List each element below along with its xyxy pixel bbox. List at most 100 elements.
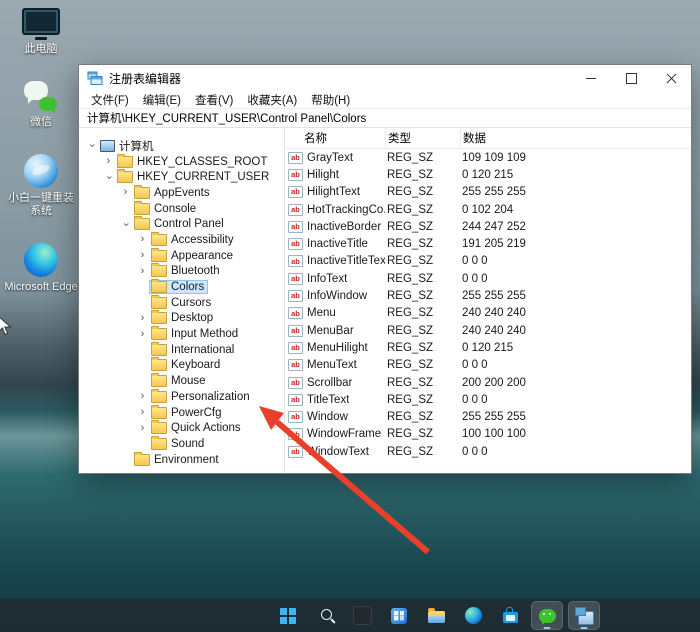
value-row-windowtext[interactable]: ab WindowText REG_SZ 0 0 0 <box>285 443 691 460</box>
tree-node[interactable]: PowerCfg <box>149 404 226 420</box>
tree-node[interactable]: Personalization <box>149 388 254 404</box>
tree-item-powercfg[interactable]: › PowerCfg <box>79 404 284 421</box>
menu-edit[interactable]: 编辑(E) <box>136 92 188 108</box>
tree-item-personalization[interactable]: › Personalization <box>79 388 284 405</box>
desktop-icon-wechat[interactable]: 微信 <box>2 80 80 130</box>
start-button[interactable] <box>272 601 304 630</box>
search-button[interactable] <box>309 601 341 630</box>
tree-item-appevents[interactable]: › AppEvents <box>79 184 284 201</box>
column-header-data[interactable]: 数据 <box>460 128 691 148</box>
desktop-icon-this-pc[interactable]: 此电脑 <box>2 8 80 57</box>
tree-item-keyboard[interactable]: Keyboard <box>79 357 284 374</box>
tree-node[interactable]: Environment <box>132 451 223 467</box>
tree-node[interactable]: International <box>149 341 238 357</box>
chevron-right-icon[interactable]: › <box>136 250 149 261</box>
value-row-infowindow[interactable]: ab InfoWindow REG_SZ 255 255 255 <box>285 287 691 304</box>
tree-node[interactable]: Mouse <box>149 373 210 388</box>
tree-item-appearance[interactable]: › Appearance <box>79 247 284 264</box>
menu-help[interactable]: 帮助(H) <box>304 92 357 108</box>
tree-node[interactable]: Desktop <box>149 310 217 325</box>
chevron-right-icon[interactable]: › <box>136 265 149 277</box>
value-row-hottrackingco-[interactable]: ab HotTrackingCo... REG_SZ 0 102 204 <box>285 201 691 218</box>
value-row-menubar[interactable]: ab MenuBar REG_SZ 240 240 240 <box>285 322 691 339</box>
tree-item-international[interactable]: International <box>79 341 284 358</box>
chevron-right-icon[interactable]: › <box>136 328 149 340</box>
tree-item-计算机[interactable]: › 计算机 <box>79 138 284 154</box>
tree-item-control-panel[interactable]: › Control Panel <box>79 216 284 232</box>
value-row-graytext[interactable]: ab GrayText REG_SZ 109 109 109 <box>285 149 691 166</box>
tree-node[interactable]: Accessibility <box>149 231 238 247</box>
tree-item-quick-actions[interactable]: › Quick Actions <box>79 420 284 436</box>
address-bar[interactable]: 计算机\HKEY_CURRENT_USER\Control Panel\Colo… <box>79 108 691 128</box>
value-row-hilighttext[interactable]: ab HilightText REG_SZ 255 255 255 <box>285 184 691 201</box>
chevron-right-icon[interactable]: › <box>136 234 149 245</box>
column-header-name[interactable]: 名称 <box>285 128 385 148</box>
tree-node[interactable]: Appearance <box>149 247 237 263</box>
tree-node[interactable]: Cursors <box>149 294 215 310</box>
maximize-button[interactable] <box>611 65 651 91</box>
tree-node[interactable]: Sound <box>149 435 208 451</box>
value-row-hilight[interactable]: ab Hilight REG_SZ 0 120 215 <box>285 166 691 183</box>
desktop-icon-edge[interactable]: Microsoft Edge <box>2 243 80 295</box>
tree-item-input-method[interactable]: › Input Method <box>79 326 284 342</box>
chevron-right-icon[interactable]: › <box>136 391 149 402</box>
menu-file[interactable]: 文件(F) <box>84 92 136 108</box>
tree-item-console[interactable]: Console <box>79 200 284 217</box>
chevron-right-icon[interactable]: › <box>136 312 149 324</box>
chevron-down-icon[interactable]: › <box>86 139 98 152</box>
tree-node[interactable]: HKEY_CURRENT_USER <box>115 169 273 184</box>
tree-item-desktop[interactable]: › Desktop <box>79 310 284 327</box>
chevron-right-icon[interactable]: › <box>102 156 115 167</box>
selected-tree-node[interactable]: Colors <box>149 279 209 295</box>
value-row-scrollbar[interactable]: ab Scrollbar REG_SZ 200 200 200 <box>285 374 691 391</box>
tree-node[interactable]: HKEY_CLASSES_ROOT <box>115 153 271 169</box>
tree-node[interactable]: Quick Actions <box>149 420 245 435</box>
chevron-right-icon[interactable]: › <box>119 187 132 198</box>
value-row-window[interactable]: ab Window REG_SZ 255 255 255 <box>285 408 691 425</box>
chevron-right-icon[interactable]: › <box>136 407 149 418</box>
value-row-titletext[interactable]: ab TitleText REG_SZ 0 0 0 <box>285 391 691 408</box>
value-row-menuhilight[interactable]: ab MenuHilight REG_SZ 0 120 215 <box>285 339 691 356</box>
value-row-infotext[interactable]: ab InfoText REG_SZ 0 0 0 <box>285 270 691 287</box>
tree-node[interactable]: Input Method <box>149 326 242 341</box>
edge-taskbar-button[interactable] <box>457 601 489 630</box>
chevron-down-icon[interactable]: › <box>120 218 132 231</box>
file-explorer-button[interactable] <box>420 601 452 630</box>
menu-view[interactable]: 查看(V) <box>188 92 240 108</box>
tree-item-sound[interactable]: Sound <box>79 435 284 452</box>
close-button[interactable] <box>651 65 691 91</box>
menu-favorites[interactable]: 收藏夹(A) <box>240 92 304 108</box>
tree-node[interactable]: Bluetooth <box>149 263 224 278</box>
value-row-menu[interactable]: ab Menu REG_SZ 240 240 240 <box>285 305 691 322</box>
tree-item-hkey_current_user[interactable]: › HKEY_CURRENT_USER <box>79 169 284 185</box>
window-titlebar[interactable]: 注册表编辑器 <box>79 65 691 91</box>
tree-item-accessibility[interactable]: › Accessibility <box>79 231 284 248</box>
regedit-taskbar-button[interactable] <box>568 601 600 630</box>
store-button[interactable] <box>494 601 526 630</box>
chevron-down-icon[interactable]: › <box>103 171 115 184</box>
tree-node[interactable]: Keyboard <box>149 357 224 372</box>
taskbar <box>0 599 700 632</box>
value-row-windowframe[interactable]: ab WindowFrame REG_SZ 100 100 100 <box>285 426 691 443</box>
minimize-button[interactable] <box>571 65 611 91</box>
task-view-app-button[interactable] <box>346 601 378 630</box>
tree-item-colors[interactable]: Colors <box>79 279 284 295</box>
value-row-inactivetitle[interactable]: ab InactiveTitle REG_SZ 191 205 219 <box>285 235 691 252</box>
wechat-taskbar-button[interactable] <box>531 601 563 630</box>
value-row-inactiveborder[interactable]: ab InactiveBorder REG_SZ 244 247 252 <box>285 218 691 235</box>
tree-item-environment[interactable]: Environment <box>79 451 284 468</box>
tree-item-mouse[interactable]: Mouse <box>79 373 284 389</box>
value-row-menutext[interactable]: ab MenuText REG_SZ 0 0 0 <box>285 357 691 374</box>
value-row-inactivetitletext[interactable]: ab InactiveTitleText REG_SZ 0 0 0 <box>285 253 691 270</box>
tree-node[interactable]: Control Panel <box>132 216 228 231</box>
tree-item-cursors[interactable]: Cursors <box>79 294 284 311</box>
widgets-button[interactable] <box>383 601 415 630</box>
tree-item-bluetooth[interactable]: › Bluetooth <box>79 263 284 280</box>
tree-node[interactable]: 计算机 <box>98 137 158 155</box>
tree-node[interactable]: Console <box>132 200 200 216</box>
desktop-icon-xiaobai[interactable]: 小白一键重装系统 <box>2 153 80 220</box>
chevron-right-icon[interactable]: › <box>136 422 149 434</box>
tree-node[interactable]: AppEvents <box>132 184 214 200</box>
tree-item-hkey_classes_root[interactable]: › HKEY_CLASSES_ROOT <box>79 153 284 170</box>
column-header-type[interactable]: 类型 <box>385 128 460 148</box>
